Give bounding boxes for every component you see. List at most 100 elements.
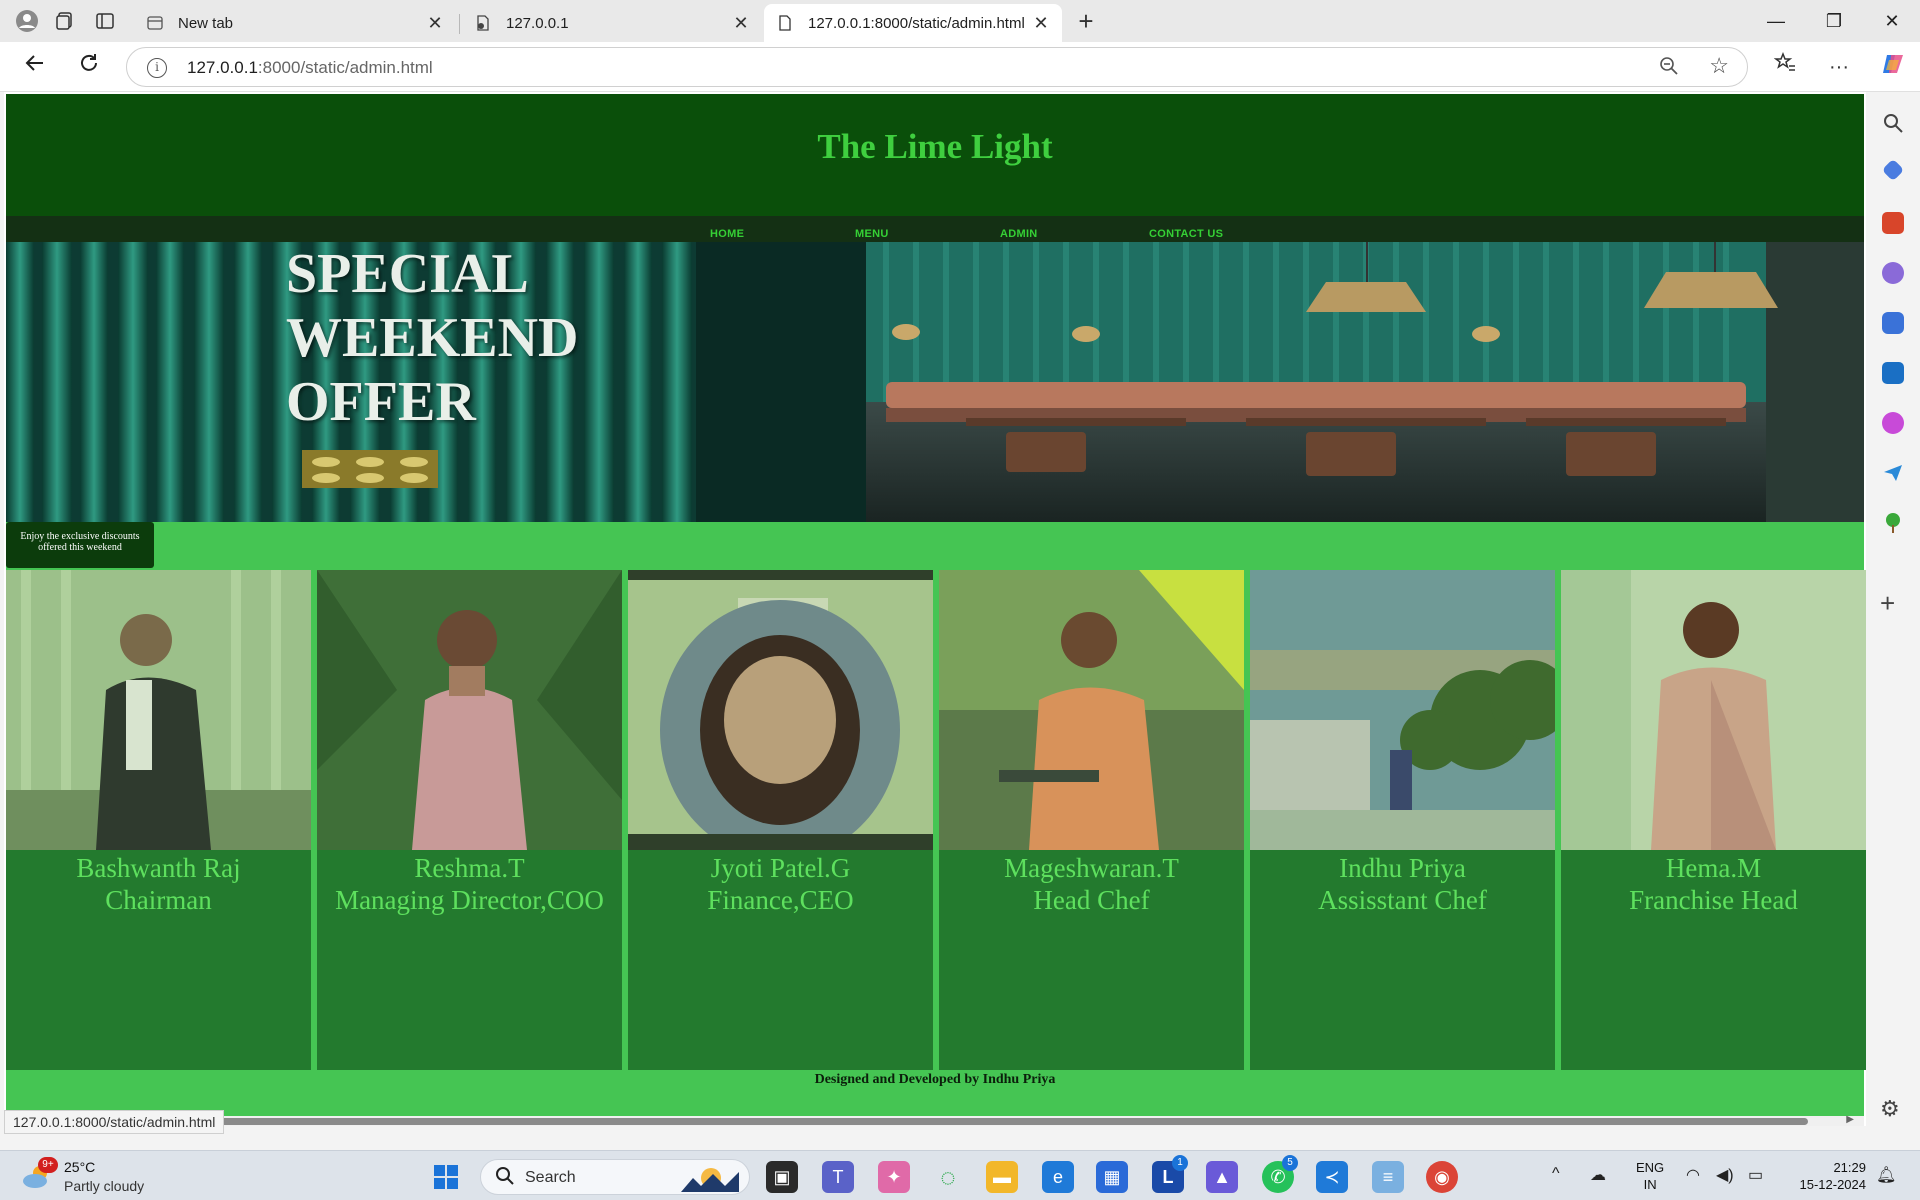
site-header: The Lime Light [6, 94, 1864, 216]
wifi-icon[interactable]: ◠ [1686, 1165, 1700, 1185]
scroll-right-arrow-icon[interactable]: ▶ [1846, 1114, 1854, 1125]
team-member-name: Mageshwaran.T [1004, 853, 1179, 883]
tools-briefcase-icon[interactable] [1882, 212, 1904, 234]
site-title: The Lime Light [817, 127, 1053, 166]
chrome-icon[interactable]: ◉ [1426, 1161, 1458, 1193]
team-member-name: Reshma.T [414, 853, 525, 883]
nav-home-link[interactable]: HOME [710, 228, 744, 240]
copilot-icon[interactable] [1878, 52, 1908, 82]
tab-admin-page[interactable]: 127.0.0.1:8000/static/admin.html ✕ [764, 4, 1062, 42]
weather-condition[interactable]: Partly cloudy [64, 1178, 144, 1194]
teams-icon[interactable]: T [822, 1161, 854, 1193]
minimize-button[interactable]: — [1748, 0, 1804, 42]
file-explorer-icon[interactable]: ▬ [986, 1161, 1018, 1193]
search-highlight-image [681, 1168, 739, 1192]
search-icon [495, 1166, 515, 1192]
close-tab-icon[interactable]: ✕ [732, 13, 750, 34]
restaurant-interior-image [6, 242, 1864, 522]
vscode-icon[interactable]: ≺ [1316, 1161, 1348, 1193]
scrollbar-thumb[interactable] [8, 1118, 1808, 1125]
nav-contact-link[interactable]: CONTACT US [1149, 228, 1223, 240]
restore-button[interactable]: ❐ [1806, 0, 1862, 42]
search-icon[interactable] [1882, 112, 1904, 134]
copilot-app-icon[interactable]: ✦ [878, 1161, 910, 1193]
link-status-bar: 127.0.0.1:8000/static/admin.html [4, 1110, 225, 1134]
team-member-photo [1250, 570, 1555, 850]
favorites-icon[interactable] [1770, 51, 1800, 82]
volume-icon[interactable]: ◀) [1716, 1165, 1734, 1185]
clock-time: 21:29 [1833, 1160, 1866, 1175]
l-app-badge: 1 [1172, 1155, 1188, 1171]
zoom-out-icon[interactable] [1659, 56, 1679, 81]
notification-bell-icon[interactable]: 🔔︎ [1876, 1165, 1896, 1185]
vpn-app-icon[interactable]: ▲ [1206, 1161, 1238, 1193]
team-member-role: Franchise Head [1629, 885, 1798, 915]
team-card: Mageshwaran.T Head Chef [939, 570, 1244, 1070]
team-member-photo [939, 570, 1244, 850]
outlook-icon[interactable] [1882, 362, 1904, 384]
tab-localhost[interactable]: 127.0.0.1 ✕ [462, 4, 762, 42]
page-icon [776, 14, 794, 32]
edge-browser-icon[interactable]: e [1042, 1161, 1074, 1193]
close-tab-icon[interactable]: ✕ [426, 13, 444, 34]
tab-title: 127.0.0.1 [506, 14, 569, 32]
shopping-tag-icon[interactable] [1881, 158, 1905, 182]
footer-credit: Designed and Developed by Indhu Priya [814, 1072, 1056, 1087]
hero-offer-text: SPECIAL WEEKEND OFFER [286, 242, 579, 434]
weather-notification-badge: 9+ [38, 1157, 58, 1173]
tab-separator [459, 14, 460, 34]
weather-temperature[interactable]: 25°C [64, 1159, 95, 1175]
microsoft-365-icon[interactable] [1882, 312, 1904, 334]
profile-icon[interactable] [14, 8, 40, 34]
site-info-icon[interactable]: i [147, 58, 167, 78]
browser-tab-bar: New tab ✕ 127.0.0.1 ✕ 127.0.0.1:8000/sta… [0, 0, 1920, 42]
team-card: Jyoti Patel.G Finance,CEO [628, 570, 933, 1070]
taskbar-search-box[interactable]: Search [480, 1159, 750, 1195]
reload-button[interactable] [74, 52, 104, 82]
refresh-app-icon[interactable]: ◌ [932, 1161, 964, 1193]
notepad-icon[interactable]: ≡ [1372, 1161, 1404, 1193]
system-clock[interactable]: 21:29 15-12-2024 [1780, 1159, 1867, 1193]
address-toolbar: i 127.0.0.1:8000/static/admin.html ☆ ··· [0, 42, 1920, 92]
edge-sidebar: + ⚙ [1866, 92, 1920, 1150]
start-windows-icon[interactable] [430, 1161, 462, 1193]
url-bar[interactable]: i 127.0.0.1:8000/static/admin.html ☆ [126, 47, 1748, 87]
input-language[interactable]: ENG IN [1636, 1159, 1664, 1193]
team-member-role: Chairman [105, 885, 212, 915]
tab-new-tab[interactable]: New tab ✕ [134, 4, 456, 42]
games-icon[interactable] [1882, 262, 1904, 284]
tab-title: New tab [178, 14, 234, 32]
onedrive-icon[interactable]: ☁ [1590, 1165, 1606, 1185]
team-member-name: Indhu Priya [1339, 853, 1466, 883]
url-text[interactable]: 127.0.0.1:8000/static/admin.html [187, 58, 433, 78]
horizontal-scrollbar[interactable]: ▶ [6, 1114, 1864, 1126]
send-icon[interactable] [1882, 462, 1904, 484]
task-view-icon[interactable]: ▣ [766, 1161, 798, 1193]
tree-icon[interactable] [1882, 512, 1904, 534]
workspaces-icon[interactable] [52, 8, 78, 34]
show-hidden-icons-chevron-up-icon[interactable]: ^ [1552, 1165, 1560, 1183]
designer-icon[interactable] [1882, 412, 1904, 434]
team-member-photo [6, 570, 311, 850]
team-member-photo [317, 570, 622, 850]
add-sidebar-app-icon[interactable]: + [1880, 588, 1895, 619]
team-member-photo [1561, 570, 1866, 850]
nav-admin-link[interactable]: ADMIN [1000, 228, 1038, 240]
back-button[interactable] [20, 52, 50, 82]
favorite-star-icon[interactable]: ☆ [1709, 53, 1729, 79]
store-icon[interactable]: ▦ [1096, 1161, 1128, 1193]
nav-menu-link[interactable]: MENU [855, 228, 889, 240]
team-member-name: Hema.M [1665, 853, 1762, 883]
team-member-name: Bashwanth Raj [76, 853, 241, 883]
team-card: Bashwanth Raj Chairman [6, 570, 311, 1070]
team-member-photo [628, 570, 933, 850]
new-tab-button[interactable]: + [1072, 8, 1100, 36]
settings-gear-icon[interactable]: ⚙ [1880, 1096, 1900, 1122]
battery-icon[interactable]: ▭ [1748, 1165, 1763, 1185]
tab-actions-icon[interactable] [92, 8, 118, 34]
language-code: ENG [1636, 1160, 1665, 1175]
more-options-icon[interactable]: ··· [1824, 52, 1854, 82]
close-window-button[interactable]: ✕ [1864, 0, 1920, 42]
close-tab-icon[interactable]: ✕ [1032, 13, 1050, 34]
team-cards: Bashwanth Raj Chairman Reshma.T Managing… [6, 570, 1866, 1072]
